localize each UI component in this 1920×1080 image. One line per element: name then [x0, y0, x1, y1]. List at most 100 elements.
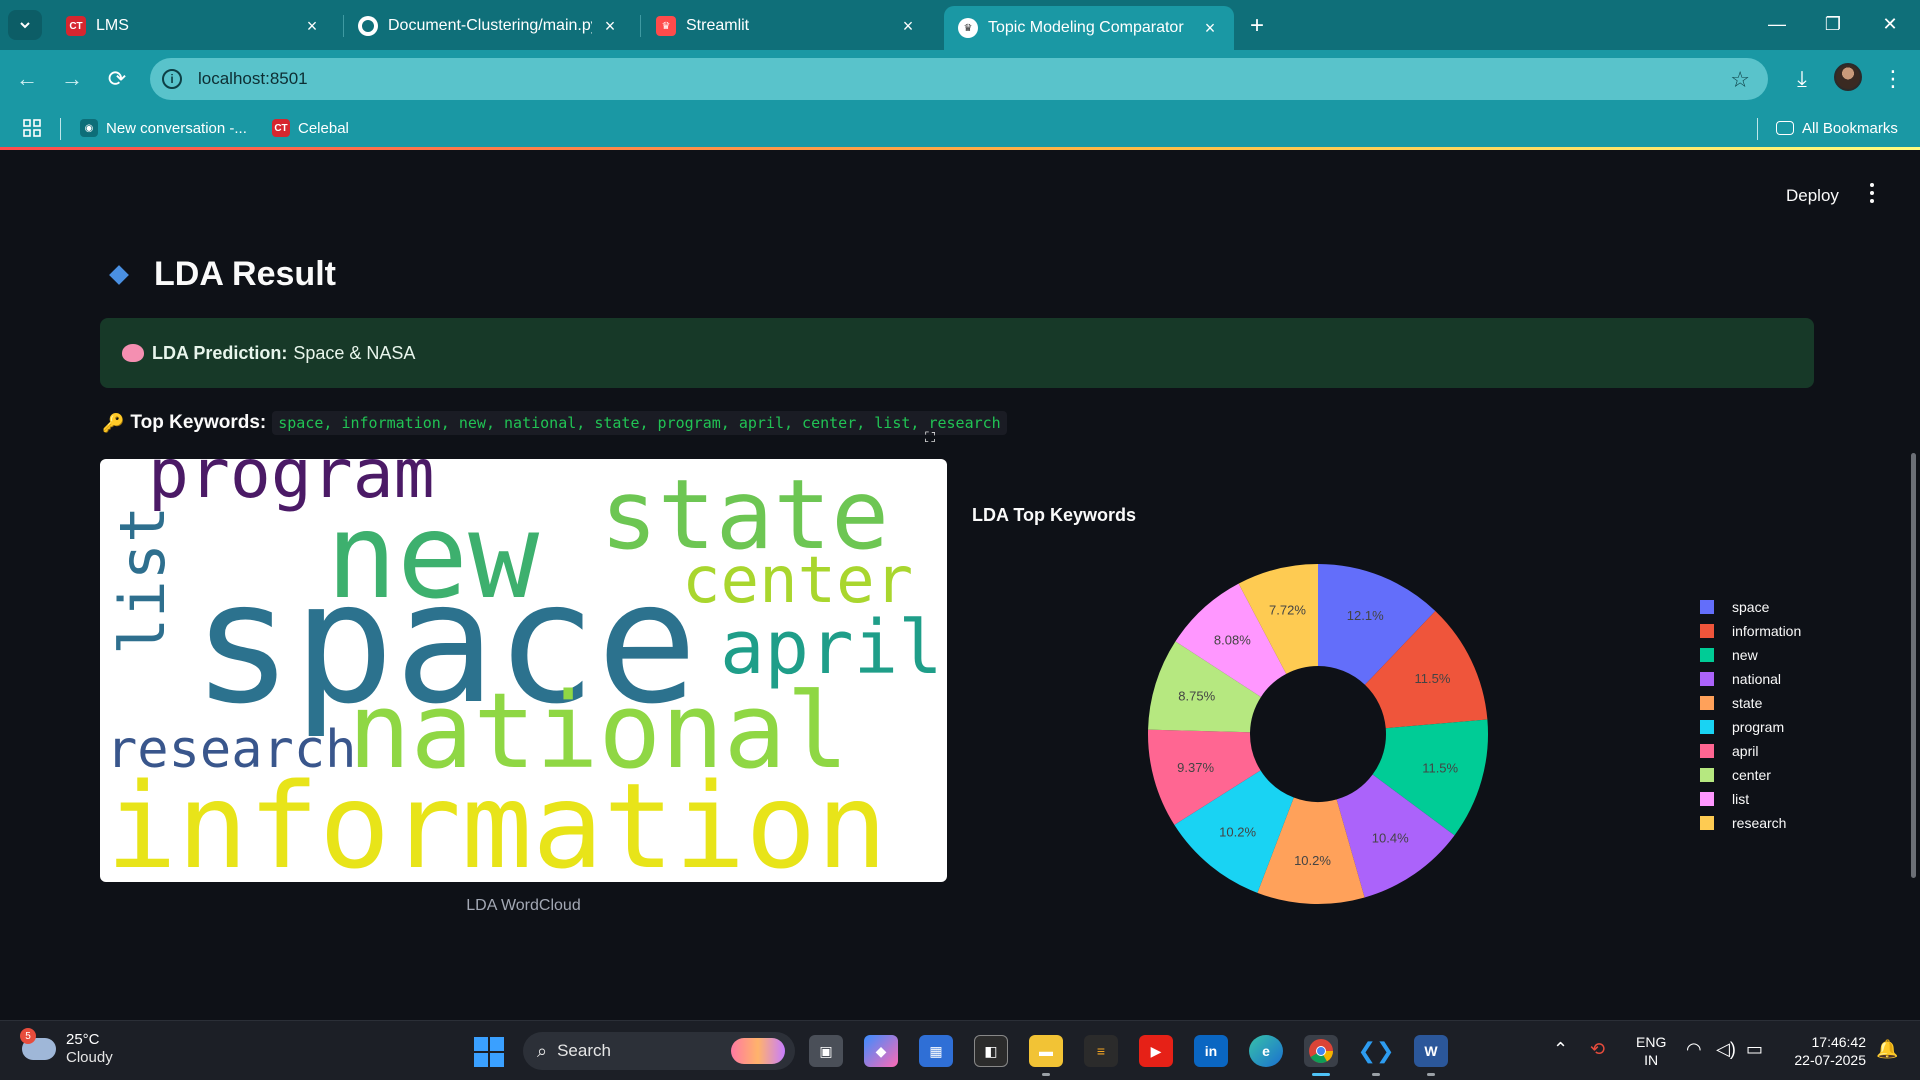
bookmark-divider [60, 118, 61, 140]
apps-grid-icon[interactable] [22, 114, 42, 142]
legend-item-new[interactable]: new [1700, 643, 1801, 667]
back-button[interactable]: ← [12, 64, 42, 94]
url-text: localhost:8501 [198, 69, 308, 88]
donut-label: 11.5% [1415, 671, 1451, 686]
prediction-label: LDA Prediction: [152, 342, 288, 363]
microsoft-store-icon[interactable]: ▦ [919, 1035, 953, 1067]
notifications-icon[interactable]: 🔔 [1876, 1039, 1898, 1060]
tab-title: LMS [96, 17, 129, 34]
clock-time: 17:46:42 [1811, 1034, 1867, 1050]
main-menu-icon[interactable] [1862, 181, 1882, 205]
word-icon[interactable]: W [1414, 1035, 1448, 1067]
tab-streamlit[interactable]: ♛ Streamlit × [642, 6, 932, 46]
legend-label: center [1732, 767, 1771, 783]
streamlit-crown-icon: ♛ [958, 18, 978, 38]
legend-item-program[interactable]: program [1700, 715, 1801, 739]
search-placeholder: Search [557, 1041, 611, 1060]
forward-button[interactable]: → [57, 64, 87, 94]
page-scrollbar[interactable] [1911, 453, 1916, 878]
wifi-icon[interactable]: ◠ [1686, 1039, 1702, 1060]
legend-swatch [1700, 816, 1714, 830]
browser-menu-icon[interactable]: ⋮ [1878, 64, 1908, 94]
legend-swatch [1700, 792, 1714, 806]
bookmark-star-icon[interactable]: ☆ [1730, 67, 1750, 93]
window-close-button[interactable]: ✕ [1870, 8, 1910, 40]
reload-button[interactable]: ⟳ [102, 64, 132, 94]
battery-icon[interactable]: ▭ [1746, 1039, 1763, 1060]
site-info-icon[interactable]: i [162, 69, 182, 89]
legend-item-research[interactable]: research [1700, 811, 1801, 835]
sublime-icon[interactable]: ≡ [1084, 1035, 1118, 1067]
tab-title: Topic Modeling Comparator [988, 19, 1184, 36]
tab-github[interactable]: Document-Clustering/main.py × [344, 6, 634, 46]
sync-icon[interactable]: ⟲ [1590, 1039, 1605, 1060]
download-icon[interactable]: ⤓ [1787, 64, 1817, 94]
key-icon: 🔑 [102, 412, 125, 433]
legend-label: new [1732, 647, 1758, 663]
legend-label: research [1732, 815, 1787, 831]
legend-item-state[interactable]: state [1700, 691, 1801, 715]
prediction-value: Space & NASA [293, 342, 416, 363]
search-icon: ⌕ [537, 1040, 548, 1061]
volume-icon[interactable]: ◁) [1716, 1039, 1736, 1060]
active-indicator [1312, 1073, 1330, 1076]
legend-swatch [1700, 696, 1714, 710]
region-code: IN [1644, 1052, 1659, 1068]
legend-label: information [1732, 623, 1802, 639]
restore-button[interactable]: ❐ [1813, 8, 1853, 40]
tray-overflow-icon[interactable]: ⌃ [1553, 1039, 1568, 1060]
legend-item-national[interactable]: national [1700, 667, 1801, 691]
lang-code: ENG [1636, 1034, 1667, 1050]
keywords-value: space, information, new, national, state… [272, 411, 1007, 435]
tab-search-button[interactable] [8, 10, 42, 40]
legend-item-space[interactable]: space [1700, 595, 1801, 619]
prediction-alert: LDA Prediction: Space & NASA [100, 318, 1814, 388]
tab-topic-modeling[interactable]: ♛ Topic Modeling Comparator × [944, 6, 1234, 50]
system-clock[interactable]: 17:46:42 22-07-2025 [1782, 1033, 1866, 1069]
donut-label: 10.2% [1219, 824, 1256, 839]
legend-item-center[interactable]: center [1700, 763, 1801, 787]
tracker-app-icon[interactable]: ◧ [974, 1035, 1008, 1067]
copilot-icon[interactable]: ◆ [864, 1035, 898, 1067]
running-indicator [1372, 1073, 1380, 1076]
file-explorer-icon[interactable]: ▬ [1029, 1035, 1063, 1067]
deploy-button[interactable]: Deploy [1786, 186, 1839, 206]
edge-icon[interactable]: e [1249, 1035, 1283, 1067]
linkedin-icon[interactable]: in [1194, 1035, 1228, 1067]
profile-avatar[interactable] [1834, 63, 1862, 91]
chevron-down-icon [20, 22, 30, 29]
legend-label: program [1732, 719, 1785, 735]
folder-icon [1776, 121, 1794, 135]
tab-lms[interactable]: CT LMS × [52, 6, 336, 46]
weather-temp: 25°C [66, 1031, 100, 1048]
minimize-button[interactable]: — [1757, 8, 1797, 40]
cloud-icon: 5 [20, 1028, 56, 1060]
address-bar[interactable]: i localhost:8501 ☆ [150, 58, 1768, 100]
bookmark-new-conversation[interactable]: ◉ New conversation -... [80, 114, 247, 142]
donut-chart[interactable]: 12.1% 11.5% 11.5% 10.4% 10.2% 10.2% 9.37% 8.75%… [1138, 554, 1498, 914]
vscode-icon[interactable]: ❮❯ [1358, 1035, 1395, 1067]
chrome-icon[interactable] [1304, 1035, 1338, 1067]
bookmark-divider [1757, 118, 1758, 140]
taskbar-search[interactable]: ⌕ Search [523, 1032, 795, 1070]
close-icon[interactable]: × [302, 16, 322, 36]
github-icon [358, 16, 378, 36]
youtube-icon[interactable]: ▶ [1139, 1035, 1173, 1067]
language-indicator[interactable]: ENG IN [1636, 1033, 1666, 1069]
weather-widget[interactable]: 5 25°C Cloudy [20, 1028, 113, 1067]
close-icon[interactable]: × [1200, 18, 1220, 38]
new-tab-button[interactable]: + [1243, 12, 1271, 40]
legend-item-list[interactable]: list [1700, 787, 1801, 811]
all-bookmarks-button[interactable]: All Bookmarks [1776, 114, 1898, 142]
legend-item-april[interactable]: april [1700, 739, 1801, 763]
task-view-icon[interactable]: ▣ [809, 1035, 843, 1067]
legend-item-information[interactable]: information [1700, 619, 1801, 643]
close-icon[interactable]: × [898, 16, 918, 36]
bookmark-celebal[interactable]: CT Celebal [272, 114, 349, 142]
wordcloud-word: information [106, 757, 888, 882]
fullscreen-icon[interactable]: ⛶ [921, 428, 939, 446]
start-button[interactable] [474, 1037, 504, 1067]
donut-label: 8.08% [1214, 632, 1251, 647]
legend-label: national [1732, 671, 1782, 687]
close-icon[interactable]: × [600, 16, 620, 36]
